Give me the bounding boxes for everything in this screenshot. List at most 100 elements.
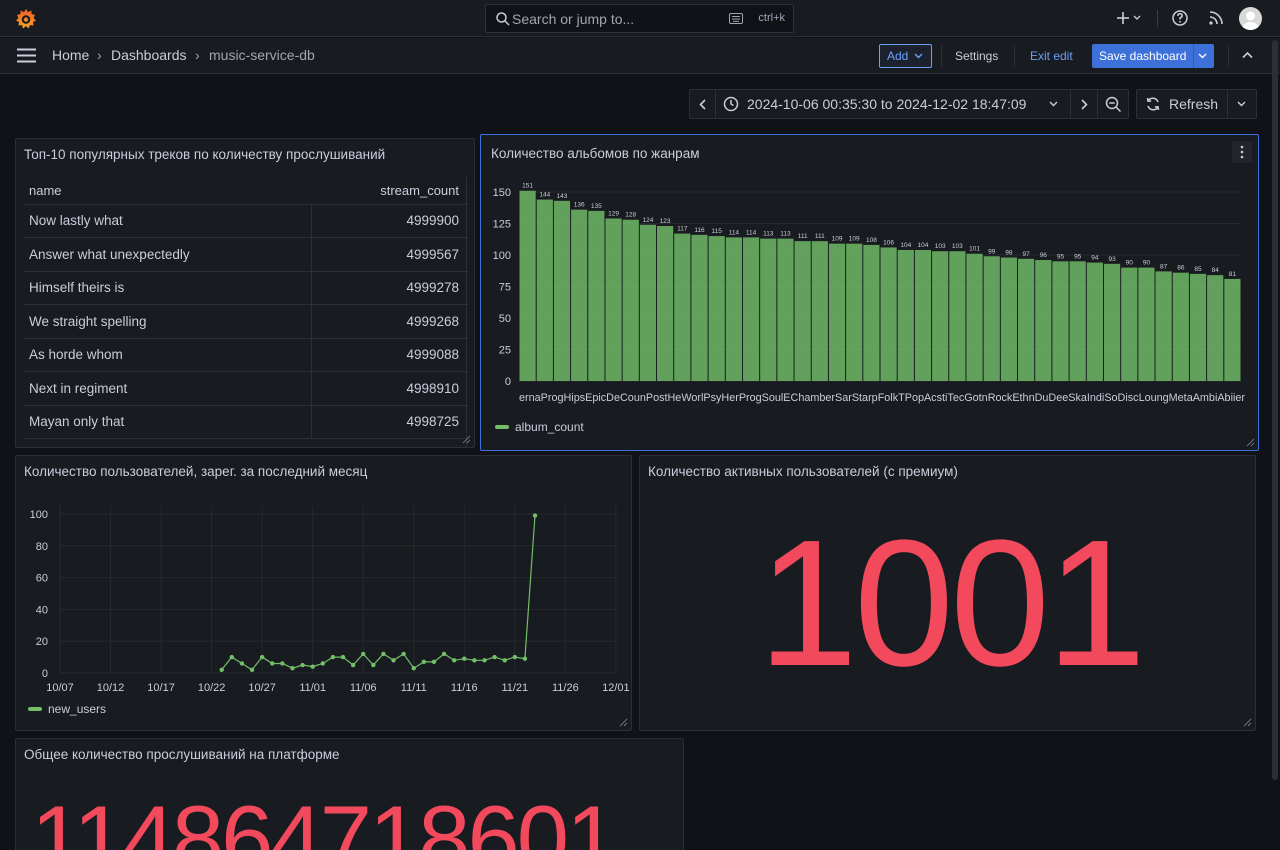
bar-value-label: 116 — [694, 227, 705, 234]
cell-track-name: We straight spelling — [24, 304, 312, 339]
cell-track-name: Answer what unexpectedly — [24, 237, 312, 272]
bar-value-label: 94 — [1091, 255, 1099, 262]
x-tick-label: 10/07 — [46, 682, 74, 694]
refresh-picker: Refresh — [1136, 89, 1257, 119]
resize-handle-icon[interactable] — [1243, 718, 1252, 727]
chevron-right-icon[interactable] — [1079, 99, 1089, 110]
panel-title[interactable]: Количество пользователей, зарег. за посл… — [24, 464, 367, 479]
bar-value-label: 81 — [1229, 271, 1237, 278]
table-scrollbar[interactable] — [466, 177, 467, 447]
y-tick-label: 100 — [30, 509, 48, 521]
bar — [777, 238, 794, 381]
data-point — [350, 662, 356, 668]
data-point — [340, 654, 346, 660]
column-header-stream-count[interactable]: stream_count — [311, 177, 468, 205]
settings-button[interactable]: Settings — [955, 49, 998, 63]
news-feed-icon[interactable] — [1207, 9, 1225, 27]
chevron-down-icon[interactable] — [1237, 101, 1246, 107]
resize-handle-icon[interactable] — [462, 435, 471, 444]
y-tick-label: 100 — [493, 250, 511, 262]
chevron-up-icon[interactable] — [1242, 51, 1253, 59]
bar-value-label: 117 — [677, 226, 688, 233]
bar-value-label: 113 — [780, 231, 791, 238]
data-point — [391, 658, 396, 663]
cell-stream-count: 4999900 — [311, 204, 468, 238]
table-row: Next in regiment 4998910 — [24, 371, 468, 406]
refresh-button[interactable]: Refresh — [1137, 90, 1227, 118]
resize-handle-icon[interactable] — [1246, 438, 1255, 447]
bar — [1172, 272, 1189, 381]
refresh-label: Refresh — [1169, 96, 1219, 112]
chart-legend[interactable]: new_users — [28, 702, 106, 716]
column-header-name[interactable]: name — [24, 177, 312, 205]
chart-legend[interactable]: album_count — [495, 420, 584, 434]
y-tick-label: 20 — [36, 636, 48, 648]
add-button[interactable]: Add — [879, 44, 932, 68]
cell-track-name: Himself theirs is — [24, 271, 312, 305]
toolbar-divider — [1014, 45, 1015, 67]
panel-title[interactable]: Общее количество прослушиваний на платфо… — [24, 747, 340, 762]
bar — [880, 247, 897, 381]
bar — [966, 253, 983, 381]
bar-value-label: 103 — [935, 243, 946, 250]
bar — [983, 256, 1000, 381]
data-point — [451, 658, 457, 663]
panel-title[interactable]: Топ-10 популярных треков по количеству п… — [24, 147, 385, 162]
top-bar: Search or jump to... ctrl+k — [0, 0, 1280, 37]
search-bar[interactable]: Search or jump to... ctrl+k — [485, 4, 794, 33]
bar — [691, 234, 708, 381]
bar-value-label: 93 — [1108, 256, 1116, 263]
time-range-button[interactable]: 2024-10-06 00:35:30 to 2024-12-02 18:47:… — [716, 90, 1069, 118]
refresh-divider — [1227, 90, 1228, 118]
bar-value-label: 114 — [746, 229, 757, 236]
bar — [674, 233, 691, 381]
chevron-down-icon — [1049, 101, 1058, 107]
bar — [811, 241, 828, 381]
bar-value-label: 111 — [815, 233, 825, 240]
bar-value-label: 86 — [1177, 265, 1185, 272]
breadcrumb-home[interactable]: Home — [52, 47, 89, 63]
bar-value-label: 96 — [1040, 252, 1048, 259]
breadcrumb-dashboards[interactable]: Dashboards — [111, 47, 187, 63]
bar-value-label: 99 — [988, 248, 996, 255]
cell-stream-count: 4998725 — [311, 405, 468, 439]
page-scrollbar[interactable] — [1272, 40, 1278, 780]
data-point — [431, 659, 437, 665]
bar-value-label: 101 — [969, 246, 980, 253]
panel-title[interactable]: Количество активных пользователей (с пре… — [648, 464, 958, 479]
chevron-down-icon[interactable] — [1198, 53, 1207, 59]
user-avatar[interactable] — [1239, 7, 1262, 30]
y-tick-label: 50 — [499, 313, 511, 325]
exit-edit-button[interactable]: Exit edit — [1030, 49, 1073, 63]
chevron-left-icon[interactable] — [698, 99, 708, 110]
panel-menu-button[interactable] — [1232, 141, 1252, 163]
save-button-divider — [1193, 44, 1194, 68]
bar — [1086, 262, 1103, 381]
save-dashboard-button[interactable]: Save dashboard — [1092, 44, 1214, 68]
bar-value-label: 144 — [539, 192, 550, 199]
cell-stream-count: 4999088 — [311, 338, 468, 372]
data-point — [492, 654, 497, 660]
data-point — [249, 667, 255, 673]
data-point — [482, 658, 487, 663]
data-point — [330, 654, 336, 660]
y-tick-label: 25 — [499, 345, 511, 357]
panel-title[interactable]: Количество альбомов по жанрам — [491, 146, 699, 161]
cell-track-name: As horde whom — [24, 338, 312, 372]
help-icon[interactable] — [1171, 9, 1189, 27]
bar-value-label: 104 — [918, 242, 929, 249]
bar — [1207, 275, 1224, 381]
series-line — [221, 515, 536, 671]
time-picker-divider — [1070, 90, 1071, 118]
resize-handle-icon[interactable] — [619, 718, 628, 727]
zoom-out-icon[interactable] — [1105, 96, 1122, 113]
menu-icon[interactable] — [17, 48, 36, 63]
data-point — [472, 658, 477, 663]
x-tick-label: 10/27 — [248, 682, 276, 694]
y-tick-label: 0 — [505, 376, 511, 388]
grafana-logo-icon[interactable] — [14, 7, 38, 31]
bar-value-label: 143 — [557, 193, 568, 200]
bar-value-label: 109 — [832, 236, 843, 243]
new-dropdown-icon[interactable] — [1116, 9, 1142, 27]
cell-track-name: Mayan only that — [24, 405, 312, 439]
